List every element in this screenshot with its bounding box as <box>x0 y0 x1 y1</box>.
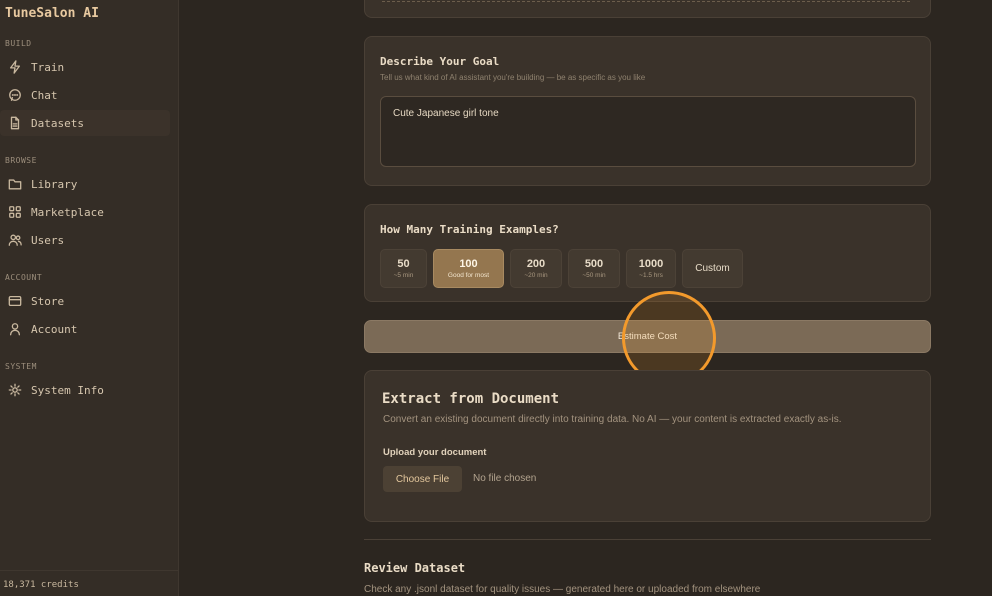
lightning-icon <box>8 60 22 74</box>
goal-card: Describe Your Goal Tell us what kind of … <box>364 36 931 186</box>
gear-icon <box>8 383 22 397</box>
sidebar-item-label: Account <box>31 322 78 336</box>
option-50[interactable]: 50 ~5 min <box>380 249 427 288</box>
section-label-system: SYSTEM <box>5 362 37 371</box>
sidebar-item-label: Datasets <box>31 116 84 130</box>
extract-card: Extract from Document Convert an existin… <box>364 370 931 522</box>
estimate-cost-button[interactable]: Estimate Cost <box>364 320 931 353</box>
goal-textarea[interactable]: Cute Japanese girl tone <box>380 96 916 167</box>
examples-title: How Many Training Examples? <box>380 223 559 236</box>
option-sub: Good for most <box>447 272 490 279</box>
option-value: 100 <box>459 258 478 270</box>
section-label-account: ACCOUNT <box>5 273 43 282</box>
extract-title: Extract from Document <box>382 391 560 407</box>
review-subtitle: Check any .jsonl dataset for quality iss… <box>364 584 761 595</box>
sidebar-item-datasets[interactable]: Datasets <box>0 110 170 136</box>
upload-label: Upload your document <box>383 447 487 458</box>
option-value: 50 <box>397 258 410 270</box>
option-100[interactable]: 100 Good for most <box>433 249 504 288</box>
option-value: Custom <box>695 263 730 274</box>
grid-icon <box>8 205 22 219</box>
sidebar-item-train[interactable]: Train <box>0 54 170 80</box>
option-200[interactable]: 200 ~20 min <box>510 249 562 288</box>
examples-card: How Many Training Examples? 50 ~5 min 10… <box>364 204 931 302</box>
sidebar-item-account[interactable]: Account <box>0 316 170 342</box>
document-icon <box>8 116 22 130</box>
sidebar-item-label: Library <box>31 177 78 191</box>
sidebar-item-label: Marketplace <box>31 205 104 219</box>
section-label-build: BUILD <box>5 39 32 48</box>
review-title: Review Dataset <box>364 561 466 575</box>
choose-file-button[interactable]: Choose File <box>383 466 462 492</box>
option-custom[interactable]: Custom <box>682 249 743 288</box>
sidebar: TuneSalon AI BUILD Train Chat Datasets B… <box>0 0 179 596</box>
credits-balance: 18,371 credits <box>0 570 179 596</box>
sidebar-item-chat[interactable]: Chat <box>0 82 170 108</box>
sidebar-item-label: Train <box>31 60 65 74</box>
sidebar-item-label: Chat <box>31 88 58 102</box>
sidebar-item-marketplace[interactable]: Marketplace <box>0 199 170 225</box>
option-value: 500 <box>584 258 604 270</box>
option-sub: ~1.5 hrs <box>639 272 663 279</box>
goal-title: Describe Your Goal <box>380 55 500 68</box>
sidebar-item-users[interactable]: Users <box>0 227 170 253</box>
option-sub: ~20 min <box>524 272 548 279</box>
sidebar-item-library[interactable]: Library <box>0 171 170 197</box>
option-1000[interactable]: 1000 ~1.5 hrs <box>626 249 676 288</box>
goal-hint: Tell us what kind of AI assistant you're… <box>380 73 646 82</box>
extract-description: Convert an existing document directly in… <box>383 414 842 425</box>
dropzone-border[interactable] <box>382 1 910 2</box>
sidebar-item-label: Store <box>31 294 65 308</box>
divider <box>364 539 931 540</box>
sidebar-item-system-info[interactable]: System Info <box>0 377 170 403</box>
option-sub: ~5 min <box>393 272 414 279</box>
option-value: 200 <box>526 258 546 270</box>
folder-icon <box>8 177 22 191</box>
sidebar-item-label: Users <box>31 233 65 247</box>
option-sub: ~50 min <box>582 272 606 279</box>
users-icon <box>8 233 22 247</box>
sidebar-item-label: System Info <box>31 383 104 397</box>
card-icon <box>8 294 22 308</box>
option-500[interactable]: 500 ~50 min <box>568 249 620 288</box>
file-status: No file chosen <box>473 473 537 484</box>
chat-bubble-icon <box>8 88 22 102</box>
app-title[interactable]: TuneSalon AI <box>5 6 99 21</box>
upload-card-partial <box>364 0 931 18</box>
sidebar-item-store[interactable]: Store <box>0 288 170 314</box>
section-label-browse: BROWSE <box>5 156 37 165</box>
person-icon <box>8 322 22 336</box>
option-value: 1000 <box>638 258 664 270</box>
